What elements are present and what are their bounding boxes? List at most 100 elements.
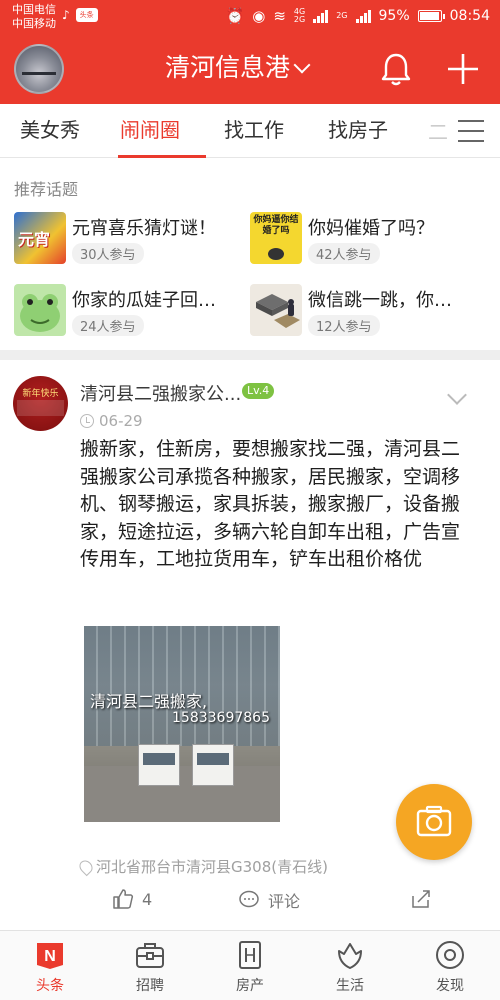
tab-beauty[interactable]: 美女秀 [20,116,80,144]
channel-menu-icon[interactable] [458,120,484,144]
avatar-banner [17,400,64,416]
post-options-chevron-icon[interactable] [447,385,467,405]
topic-name: 微信跳一跳，你… [308,290,452,311]
building-icon [239,941,261,969]
network-type-label-2: 2G [336,12,347,20]
topic-name: 你家的瓜娃子回… [72,290,216,311]
topic-count: 30人参与 [72,243,144,264]
comment-icon [239,890,259,908]
post-location[interactable]: 河北省邢台市清河县G308(青石线) [76,856,328,877]
image-truck [138,744,180,786]
topic-count: 42人参与 [308,243,380,264]
signal-2-icon [355,9,371,23]
avatar-text: 新年快乐 [22,389,59,399]
like-button[interactable]: 4 [112,888,152,910]
nav-label: 发现 [436,978,464,994]
topic-count: 24人参与 [72,315,144,336]
frog-icon [20,294,60,332]
flower-icon [338,943,362,969]
nav-label: 房产 [236,978,264,994]
carrier-info: 中国电信 中国移动 [12,3,56,31]
battery-fill [419,12,439,20]
eye-comfort-icon: ◉ [252,7,266,25]
topic-thumb-text: 元宵 [18,230,51,249]
level-badge: Lv.4 [242,383,275,399]
nav-realestate[interactable]: 房产 [220,939,280,995]
clock-time: 08:54 [449,8,490,24]
carrier-1: 中国电信 [12,3,56,16]
post-actions: 4 评论 [0,884,500,920]
notification-icons: ♪ 头条 [62,6,98,24]
comment-button[interactable]: 评论 [238,888,300,912]
location-pin-icon [76,857,96,876]
post-author-name[interactable]: 清河县二强搬家公... [80,380,241,406]
carrier-2: 中国移动 [12,17,56,30]
thumbs-up-icon [113,889,134,909]
image-caption-1: 清河县二强搬家, [90,692,208,711]
alarm-icon: ⏰ [225,7,245,25]
wifi-icon: ≋ [273,7,286,25]
tiktok-icon: ♪ [62,8,70,22]
nav-headlines[interactable]: N 头条 [20,939,80,995]
image-truck [192,744,234,786]
post-author-avatar[interactable]: 新年快乐 [13,376,68,431]
topic-thumbnail: 元宵 [14,212,66,264]
image-caption-2: 15833697865 [172,710,270,726]
active-tab-indicator [118,155,206,158]
nav-label: 招聘 [136,978,164,994]
camera-icon [416,805,452,837]
topic-name: 元宵喜乐猜灯谜！ [72,218,216,239]
bottom-navigation: N 头条 招聘 房产 生活 发现 [0,930,500,1000]
topic-item[interactable]: 你家的瓜娃子回… 24人参与 [14,284,244,340]
topic-name: 你妈催婚了吗？ [308,218,434,239]
nav-jobs[interactable]: 招聘 [120,939,180,995]
share-icon [412,890,430,908]
comment-label: 评论 [268,892,301,911]
tab-housing[interactable]: 找房子 [328,116,388,144]
dog-face-icon [268,248,284,260]
app-header: 清河信息港 [0,34,500,104]
nav-label: 生活 [336,978,364,994]
toutiao-app-icon: 头条 [75,8,98,22]
status-icons: ⏰ ◉ ≋ 4G 2G 2G 95% 08:54 [226,7,490,25]
recommended-topics-label: 推荐话题 [14,180,79,199]
location-text: 河北省邢台市清河县G308(青石线) [96,858,328,876]
jump-game-icon [256,294,300,328]
post-date: 06-29 [99,412,143,430]
topic-thumbnail [14,284,66,336]
topic-item[interactable]: 元宵 元宵喜乐猜灯谜！ 30人参与 [14,212,244,268]
topic-item[interactable]: 你妈逼你结婚了吗 你妈催婚了吗？ 42人参与 [250,212,480,268]
network-label-bottom: 2G [293,15,306,24]
topic-thumb-text: 你妈逼你结婚了吗 [253,215,299,236]
topic-thumbnail [250,284,302,336]
tab-naonao[interactable]: 闹闹圈 [120,116,180,144]
signal-1-icon [313,9,329,23]
nav-discover[interactable]: 发现 [420,939,480,995]
battery-icon [417,10,445,22]
network-label-2: 2G [336,11,348,20]
svg-text:N: N [44,948,56,965]
bell-icon[interactable] [378,51,414,87]
tab-jobs[interactable]: 找工作 [224,116,284,144]
battery-percent: 95% [378,8,410,24]
tab-more-partial[interactable]: 二 [428,116,448,146]
post-body-text[interactable]: 搬新家，住新房，要想搬家找二强，清河县二强搬家公司承揽各种搬家，居民搬家，空调移… [80,436,472,574]
camera-button[interactable] [396,784,472,860]
topic-item[interactable]: 微信跳一跳，你… 12人参与 [250,284,480,340]
channel-tabs: 美女秀 闹闹圈 找工作 找房子 二 [0,104,500,158]
image-ground [84,766,280,822]
image-building [84,626,280,746]
nav-life[interactable]: 生活 [320,939,380,995]
section-divider [0,350,500,360]
chevron-down-icon [293,56,311,74]
clock-icon [80,414,94,428]
post-image[interactable]: 清河县二强搬家, 15833697865 [84,626,280,822]
topic-thumbnail: 你妈逼你结婚了吗 [250,212,302,264]
briefcase-icon [136,943,164,968]
nav-label: 头条 [36,978,64,994]
city-switcher[interactable]: 清河信息港 [165,51,311,85]
user-avatar[interactable] [14,44,64,94]
plus-icon[interactable] [446,52,480,86]
share-button[interactable] [410,888,432,910]
network-type-label: 4G 2G [294,8,305,24]
